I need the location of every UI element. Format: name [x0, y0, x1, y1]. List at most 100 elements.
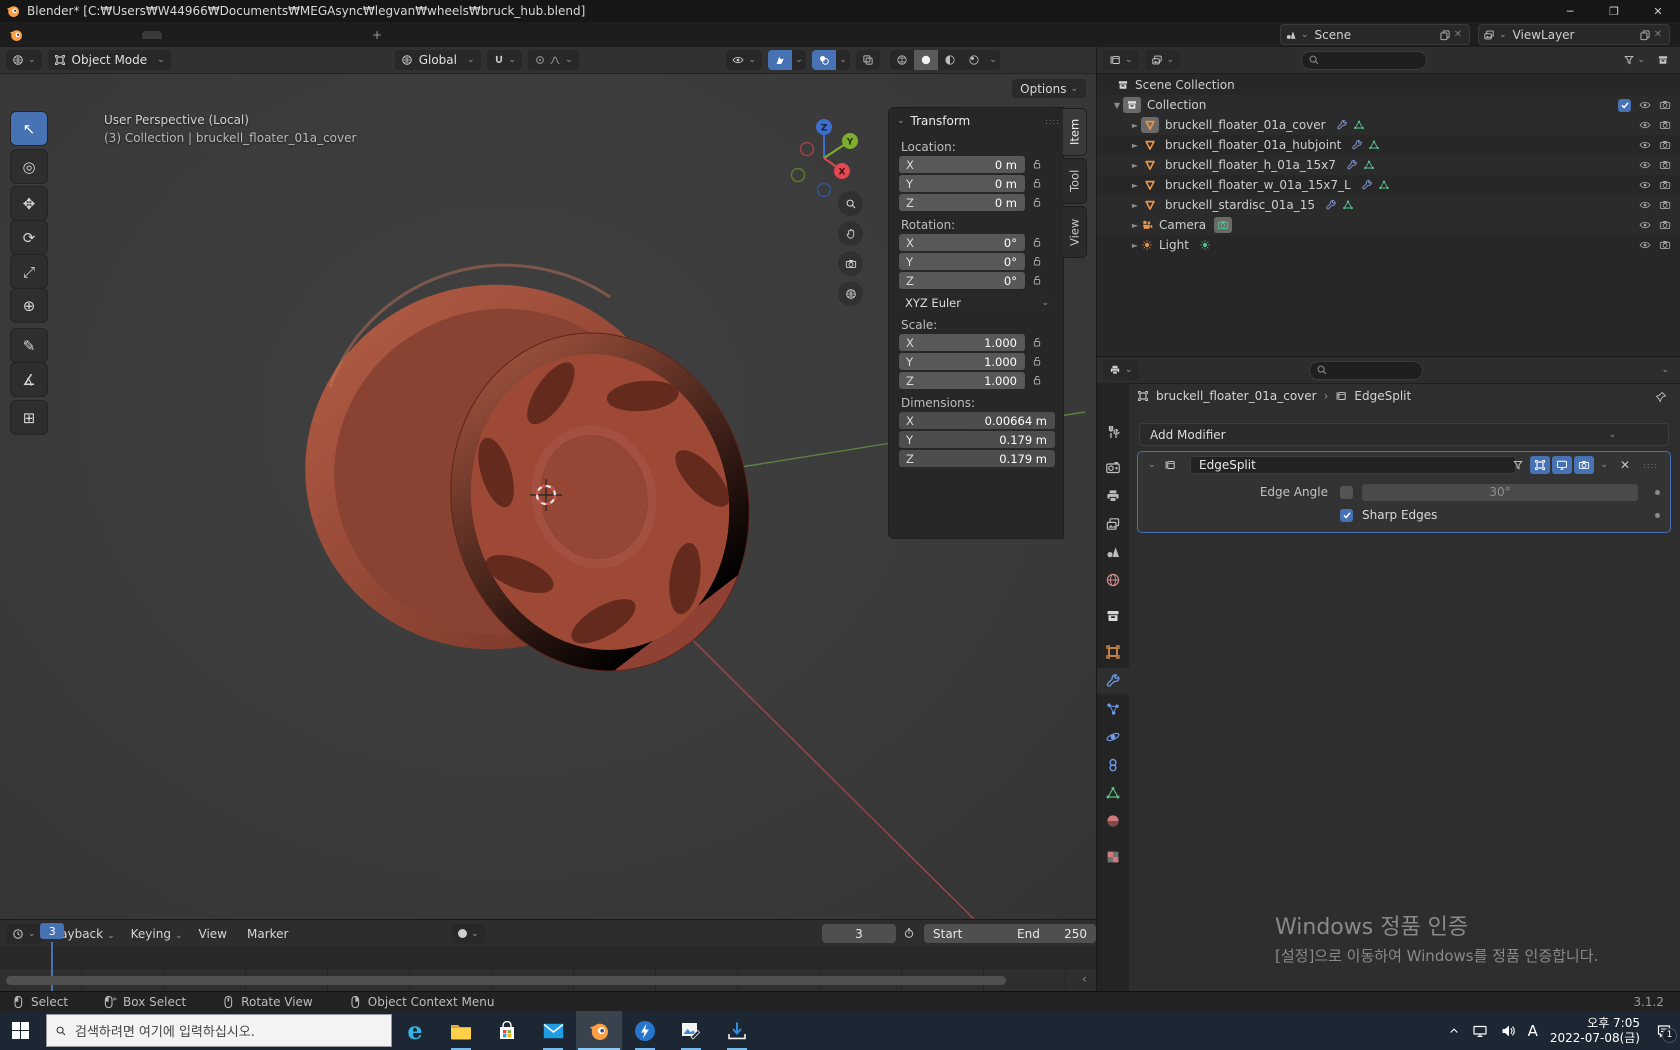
scene-selector[interactable]: ⌄ Scene ✕ [1280, 24, 1470, 45]
scale-y-field[interactable]: Y1.000 [899, 353, 1025, 370]
editor-type-button[interactable]: ⌄ [6, 50, 42, 70]
taskbar-app-explorer[interactable] [438, 1011, 484, 1050]
3d-viewport[interactable]: ⌄ Object Mode⌄ Global⌄ ⌄ ⌄ [0, 47, 1096, 919]
workspace-tab[interactable] [302, 31, 322, 39]
properties-tab[interactable] [1097, 511, 1129, 537]
show-viewport-toggle[interactable] [1552, 456, 1572, 474]
sharp-edges-checkbox[interactable] [1340, 509, 1353, 522]
edge-angle-slider[interactable]: 30° [1362, 484, 1638, 501]
delete-modifier-icon[interactable]: ✕ [1620, 458, 1630, 472]
breadcrumb-object[interactable]: bruckell_floater_01a_cover [1156, 389, 1317, 403]
panel-collapse-icon[interactable]: ⌄ [1148, 460, 1156, 470]
scene-name[interactable]: Scene [1309, 28, 1439, 42]
add-workspace-button[interactable]: + [362, 24, 392, 46]
transform-panel-header[interactable]: ⌄ Transform :::: [897, 114, 970, 128]
outliner-display-mode-button[interactable]: ⌄ [1145, 50, 1181, 70]
workspace-tab[interactable] [242, 31, 262, 39]
lock-icon[interactable] [1031, 177, 1043, 189]
outliner-object-row[interactable]: ► bruckell_floater_01a_cover [1097, 115, 1680, 135]
workspace-tab[interactable] [322, 31, 342, 39]
location-z-field[interactable]: Z0 m [899, 194, 1025, 211]
timeline-ruler[interactable] [0, 947, 1096, 970]
expand-arrow-icon[interactable]: ► [1129, 221, 1141, 230]
menu-item[interactable] [60, 31, 78, 39]
lock-icon[interactable] [1031, 196, 1043, 208]
hide-eye-icon[interactable] [1639, 119, 1651, 131]
new-collection-icon[interactable] [1657, 54, 1669, 66]
disable-render-icon[interactable] [1659, 179, 1671, 191]
taskbar-app-install[interactable] [714, 1011, 760, 1050]
breadcrumb-modifier[interactable]: EdgeSplit [1354, 389, 1411, 403]
menu-item[interactable] [24, 31, 42, 39]
move-tool[interactable]: ✥ [10, 186, 48, 221]
volume-icon[interactable] [1500, 1023, 1516, 1039]
workspace-tab[interactable] [142, 31, 162, 39]
taskbar-app-blue[interactable] [622, 1011, 668, 1050]
properties-tab[interactable] [1097, 567, 1129, 593]
outliner-object-row[interactable]: ► bruckell_stardisc_01a_15 [1097, 195, 1680, 215]
hide-eye-icon[interactable] [1639, 99, 1651, 111]
shading-material-toggle[interactable] [938, 50, 962, 70]
taskbar-app-mail[interactable] [530, 1011, 576, 1050]
show-gizmo-toggle[interactable] [768, 50, 792, 70]
panel-drag-dots[interactable]: :::: [1045, 117, 1060, 126]
outliner-editor-type-button[interactable]: ⌄ [1103, 50, 1139, 70]
pan-view-button[interactable] [838, 221, 863, 246]
shading-wireframe-toggle[interactable] [890, 50, 914, 70]
properties-tab[interactable] [1097, 780, 1129, 806]
keyframe-dot[interactable] [1655, 513, 1660, 518]
frame-end-field[interactable]: End250 [1008, 924, 1096, 943]
show-on-cage-toggle[interactable] [1508, 456, 1528, 474]
properties-options-icon[interactable]: ⌄ [1661, 365, 1669, 375]
rotation-y-field[interactable]: Y0° [899, 253, 1025, 270]
lock-icon[interactable] [1031, 274, 1043, 286]
close-button[interactable]: ✕ [1636, 0, 1680, 22]
cursor-tool[interactable]: ◎ [10, 149, 48, 184]
tray-expand-icon[interactable] [1448, 1025, 1460, 1037]
outliner-object-row[interactable]: ► bruckell_floater_01a_hubjoint [1097, 135, 1680, 155]
playback-button[interactable] [546, 924, 563, 943]
pin-icon[interactable] [1655, 391, 1667, 403]
keyframe-dot[interactable] [1655, 490, 1660, 495]
lock-icon[interactable] [1031, 336, 1043, 348]
disable-render-icon[interactable] [1659, 99, 1671, 111]
zoom-view-button[interactable] [838, 191, 863, 216]
visibility-dropdown[interactable]: ⌄ [726, 50, 762, 70]
select-box-tool[interactable]: ↖ [10, 111, 48, 146]
network-icon[interactable] [1472, 1023, 1488, 1039]
dimension-y-field[interactable]: Y0.179 m [899, 431, 1055, 448]
outliner-row-collection[interactable]: ▼ Collection [1097, 95, 1680, 115]
playback-button[interactable] [495, 924, 512, 943]
hide-eye-icon[interactable] [1639, 159, 1651, 171]
menu-item[interactable] [96, 31, 114, 39]
options-button[interactable]: Options⌄ [1012, 79, 1086, 98]
rotation-mode-select[interactable]: XYZ Euler⌄ [899, 294, 1055, 311]
hide-eye-icon[interactable] [1639, 179, 1651, 191]
outliner-row-camera[interactable]: ► Camera [1097, 215, 1680, 235]
disable-render-icon[interactable] [1659, 199, 1671, 211]
taskbar-clock[interactable]: 오후 7:05 2022-07-08(금) [1550, 1016, 1640, 1046]
disable-render-icon[interactable] [1659, 239, 1671, 251]
filter-icon[interactable] [1623, 54, 1635, 66]
properties-tab[interactable] [1097, 668, 1129, 694]
disable-render-icon[interactable] [1659, 219, 1671, 231]
properties-tab[interactable] [1097, 752, 1129, 778]
playback-button[interactable] [529, 924, 546, 943]
proportional-editing-button[interactable]: ⌄ [528, 50, 579, 70]
playback-button[interactable] [563, 924, 580, 943]
workspace-tab[interactable] [162, 31, 182, 39]
edge-angle-checkbox[interactable] [1340, 486, 1353, 499]
rotation-z-field[interactable]: Z0° [899, 272, 1025, 289]
lock-icon[interactable] [1031, 374, 1043, 386]
taskbar-app-edge[interactable]: e [392, 1011, 438, 1050]
transform-tool[interactable]: ⊕ [10, 288, 48, 323]
modifier-extras-icon[interactable]: ⌄ [1600, 460, 1608, 470]
disable-render-icon[interactable] [1659, 159, 1671, 171]
hide-eye-icon[interactable] [1639, 199, 1651, 211]
shading-rendered-toggle[interactable] [962, 50, 986, 70]
scale-x-field[interactable]: X1.000 [899, 334, 1025, 351]
blender-menu-icon[interactable] [8, 27, 24, 43]
add-modifier-button[interactable]: Add Modifier ⌄ [1139, 423, 1669, 446]
workspace-tab[interactable] [202, 31, 222, 39]
properties-tab[interactable] [1097, 483, 1129, 509]
